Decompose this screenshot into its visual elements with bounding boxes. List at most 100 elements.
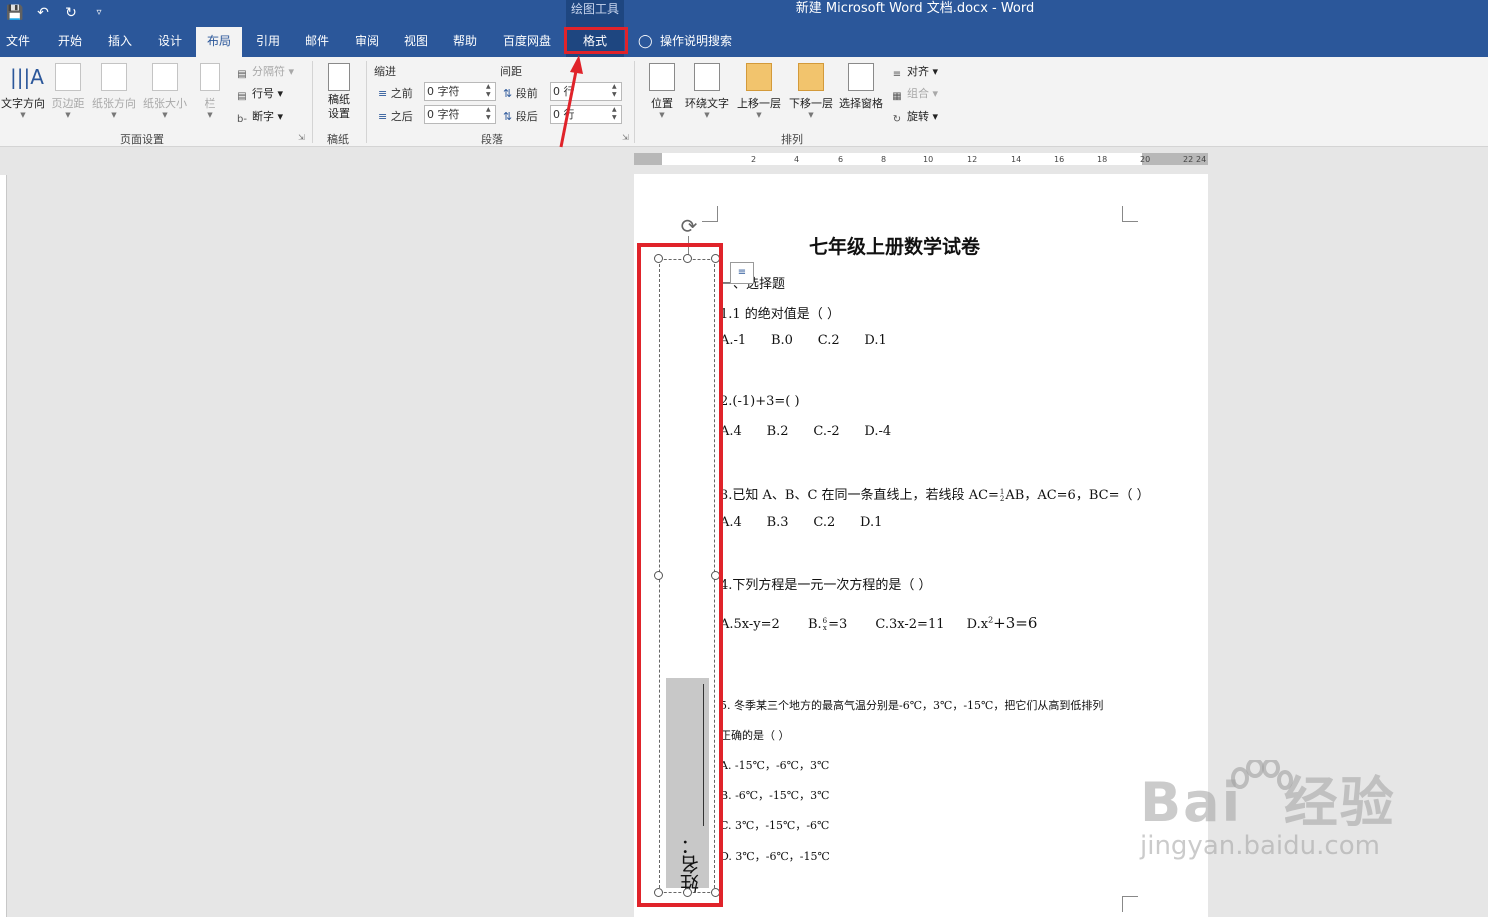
question-2: 2.(-1)+3=( ) <box>720 394 800 409</box>
tab-help[interactable]: 帮助 <box>445 27 485 57</box>
send-backward-button[interactable]: 下移一层 ▼ <box>786 63 836 119</box>
spinner-icon[interactable]: ▲ ▼ <box>486 83 494 99</box>
horizontal-ruler[interactable]: 2 4 6 8 10 12 14 16 18 20 22 24 <box>634 153 1208 165</box>
lightbulb-icon: ◯ <box>638 34 653 49</box>
page-corner-mark <box>1122 206 1138 222</box>
align-label: 对齐 <box>907 65 929 78</box>
indent-before-input[interactable]: 0 字符 ▲ ▼ <box>424 82 496 101</box>
tab-references[interactable]: 引用 <box>248 27 288 57</box>
breaks-icon: ▤ <box>237 69 247 80</box>
title-bar: 💾 ↶ ↻ ▿ 绘图工具 新建 Microsoft Word 文档.docx -… <box>0 0 1488 27</box>
rotate-handle-icon[interactable]: ⟳ <box>677 215 701 237</box>
tab-home[interactable]: 开始 <box>50 27 90 57</box>
question-3-part: 3.已知 A、B、C 在同一条直线上，若线段 AC= <box>720 488 999 503</box>
question-5-line-2: 正确的是（ ） <box>720 729 790 742</box>
indent-before-label: ≡ 之前 <box>378 85 413 101</box>
fraction: 6x <box>823 617 827 632</box>
chevron-down-icon: ▼ <box>162 111 168 119</box>
indent-left-icon: ≡ <box>378 87 388 100</box>
size-button[interactable]: 纸张大小 ▼ <box>141 63 189 119</box>
margins-button[interactable]: 页边距 ▼ <box>50 63 86 119</box>
align-button[interactable]: ≡ 对齐 ▾ <box>890 63 938 81</box>
bring-forward-button[interactable]: 上移一层 ▼ <box>734 63 784 119</box>
hyphenation-icon: b- <box>237 114 247 125</box>
ruler-mark: 6 <box>838 155 844 164</box>
bring-forward-label: 上移一层 <box>737 97 781 110</box>
dialog-launcher-icon[interactable]: ⇲ <box>298 133 305 142</box>
option-b: B. 6 x =3 <box>808 617 847 632</box>
fraction-denominator: 2 <box>999 494 1005 503</box>
text-direction-icon: |||A <box>10 65 44 89</box>
chevron-down-icon: ▼ <box>659 111 665 119</box>
tab-view[interactable]: 视图 <box>396 27 436 57</box>
group-button[interactable]: ▦ 组合 ▾ <box>890 85 938 103</box>
question-3: 3.已知 A、B、C 在同一条直线上，若线段 AC= 1 2 AB，AC=6，BC=（… <box>720 484 1150 503</box>
chevron-down-icon: ▼ <box>704 111 710 119</box>
align-icon: ≡ <box>892 69 902 80</box>
vertical-ruler[interactable] <box>0 175 7 917</box>
orientation-button[interactable]: 纸张方向 ▼ <box>90 63 138 119</box>
ruler-mark: 16 <box>1054 155 1065 164</box>
columns-button[interactable]: 栏 ▼ <box>198 63 222 119</box>
manuscript-setup-label-2: 设置 <box>328 107 350 120</box>
tab-review[interactable]: 审阅 <box>347 27 387 57</box>
position-button[interactable]: 位置 ▼ <box>644 63 680 119</box>
option-c: C.3x-2=11 <box>875 617 945 632</box>
chevron-down-icon: ▼ <box>207 111 213 119</box>
breaks-button[interactable]: ▤ 分隔符 ▾ <box>235 63 294 81</box>
ribbon: |||A 文字方向 ▼ 页边距 ▼ 纸张方向 ▼ 纸张大小 ▼ 栏 ▼ ▤ 分隔符… <box>0 57 1488 147</box>
indent-after-input[interactable]: 0 字符 ▲ ▼ <box>424 105 496 124</box>
manuscript-setup-label-1: 稿纸 <box>328 93 350 106</box>
spinner-icon[interactable]: ▲ ▼ <box>612 106 620 122</box>
ruler-mark: 14 <box>1011 155 1022 164</box>
selection-pane-button[interactable]: 选择窗格 <box>836 63 886 111</box>
group-label-page-setup: 页面设置 <box>120 133 164 146</box>
bring-forward-icon <box>746 63 772 91</box>
fraction: 12 <box>999 488 1005 503</box>
spacing-heading: 间距 <box>500 65 522 78</box>
tab-layout[interactable]: 布局 <box>196 27 242 57</box>
layout-options-icon[interactable]: ≡ <box>730 262 754 284</box>
spacing-before-text: 段前 <box>515 87 538 100</box>
dialog-launcher-icon[interactable]: ⇲ <box>622 133 629 142</box>
annotation-highlight-box <box>637 243 723 907</box>
spacing-after-icon: ⇅ <box>503 110 513 123</box>
ruler-mark: 8 <box>881 155 887 164</box>
question-3-options: A.4 B.3 C.2 D.1 <box>720 515 883 530</box>
manuscript-setup-button[interactable]: 稿纸 设置 <box>322 63 356 121</box>
selection-pane-label: 选择窗格 <box>839 97 883 110</box>
question-3-part: AB，AC=6，BC=（ ） <box>1005 488 1150 503</box>
group-separator <box>366 61 367 143</box>
hyphenation-button[interactable]: b- 断字 ▾ <box>235 108 283 126</box>
text-direction-button[interactable]: |||A 文字方向 ▼ <box>0 63 46 119</box>
spinner-icon[interactable]: ▲ ▼ <box>486 106 494 122</box>
tab-baidu-netdisk[interactable]: 百度网盘 <box>497 27 557 57</box>
orientation-icon <box>101 63 127 91</box>
size-label: 纸张大小 <box>143 97 187 110</box>
question-5-line-1: 5. 冬季某三个地方的最高气温分别是-6℃，3℃，-15℃，把它们从高到低排列 <box>720 699 1104 712</box>
watermark-brand: Bai 经验 <box>1140 771 1396 834</box>
spacing-after-label: ⇅ 段后 <box>503 108 538 124</box>
wrap-text-button[interactable]: 环绕文字 ▼ <box>682 63 732 119</box>
position-icon <box>649 63 675 91</box>
tab-design[interactable]: 设计 <box>150 27 190 57</box>
hyphenation-label: 断字 <box>252 110 274 123</box>
rotate-button[interactable]: ↻ 旋转 ▾ <box>890 108 938 126</box>
chevron-down-icon: ▼ <box>808 111 814 119</box>
wrap-text-icon <box>694 63 720 91</box>
ruler-mark: 20 <box>1140 155 1151 164</box>
rotate-icon: ↻ <box>892 114 902 125</box>
tell-me-search[interactable]: ◯ 操作说明搜索 <box>638 27 732 57</box>
tab-mailings[interactable]: 邮件 <box>297 27 337 57</box>
question-4-options: A.5x-y=2 B. 6 x =3 C.3x-2=11 D.x2+3=6 <box>720 614 1037 632</box>
question-5-option-a: A. -15℃，-6℃，3℃ <box>720 759 830 772</box>
question-5-option-b: B. -6℃，-15℃，3℃ <box>720 789 830 802</box>
manuscript-setup-label: 稿纸 设置 <box>322 93 356 121</box>
ruler-mark: 2 <box>751 155 757 164</box>
tab-insert[interactable]: 插入 <box>100 27 140 57</box>
line-numbers-button[interactable]: ▤ 行号 ▾ <box>235 85 283 103</box>
rotate-label: 旋转 <box>907 110 929 123</box>
tab-file[interactable]: 文件 <box>0 27 36 57</box>
orientation-label: 纸张方向 <box>92 97 136 110</box>
spinner-icon[interactable]: ▲ ▼ <box>612 83 620 99</box>
